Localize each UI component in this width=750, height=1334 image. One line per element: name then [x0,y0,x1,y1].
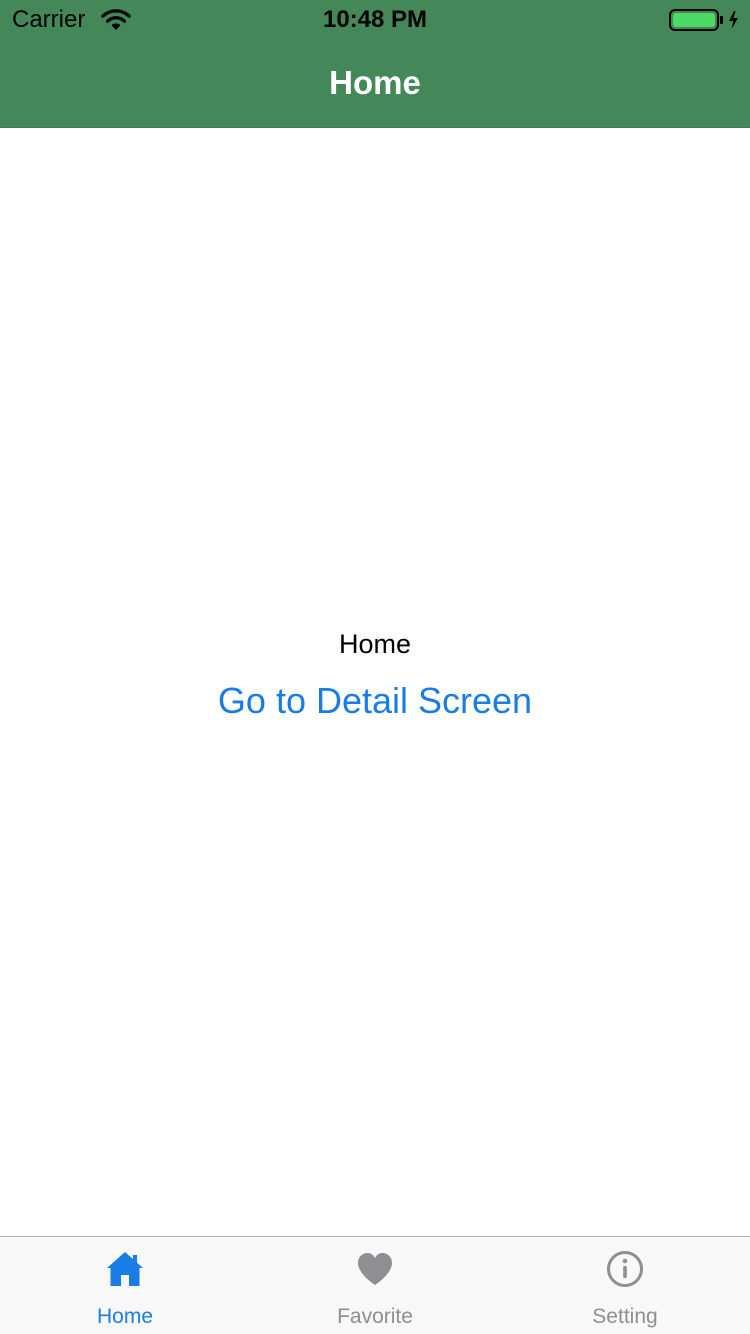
heart-icon [358,1253,392,1285]
page-title: Home [329,64,421,101]
battery-charging-icon [669,9,738,31]
tab-label-setting: Setting [592,1305,658,1328]
tab-label-home: Home [96,1305,154,1328]
tab-home[interactable]: Home [0,1237,250,1334]
go-to-detail-button[interactable]: Go to Detail Screen [0,679,750,723]
tab-bar: Home Favorite Setting [0,1236,750,1334]
tab-setting[interactable]: Setting [500,1237,750,1334]
header: Carrier 10:48 PM Home [0,0,750,128]
tab-favorite[interactable]: Favorite [250,1237,500,1334]
screen-text: Home [338,629,412,659]
status-time: 10:48 PM [322,6,428,33]
home-icon [107,1252,143,1286]
tab-label-favorite: Favorite [337,1305,413,1328]
main-content: Home Go to Detail Screen [0,128,750,1236]
app-root: Carrier 10:48 PM Home Home Go to Detail … [0,0,750,1334]
status-bar: Carrier 10:48 PM [0,0,750,40]
info-icon [607,1251,643,1287]
